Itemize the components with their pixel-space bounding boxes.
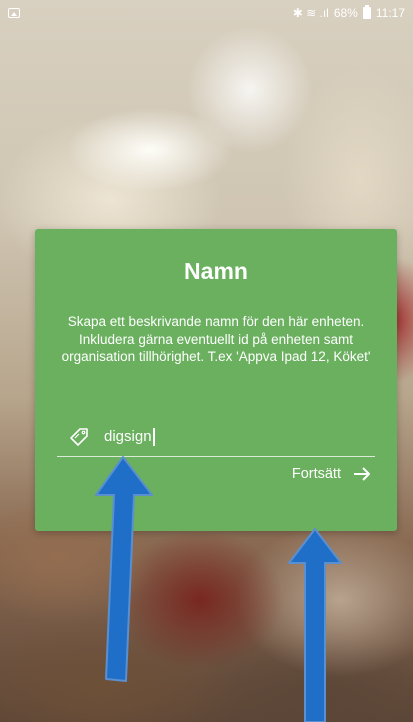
arrow-right-icon — [354, 467, 370, 481]
annotation-arrow-continue — [288, 528, 342, 722]
dialog-title: Namn — [184, 258, 248, 284]
status-time: 11:17 — [375, 6, 405, 20]
device-name-value: digsign — [104, 427, 152, 445]
dialog-description: Skapa ett beskrivande namn för den här e… — [61, 314, 371, 364]
status-bar: ✱ ≋ .ıl 68% 11:17 — [0, 0, 413, 26]
image-notification-icon — [8, 8, 20, 18]
continue-label: Fortsätt — [291, 466, 341, 482]
tag-icon — [70, 428, 88, 446]
annotation-arrow-input — [95, 456, 153, 682]
battery-percent: 68% — [333, 6, 358, 20]
device-name-input[interactable]: digsign — [57, 420, 375, 454]
battery-icon — [362, 5, 371, 19]
continue-button[interactable]: Fortsätt — [292, 462, 371, 486]
text-caret — [152, 428, 155, 447]
signal-icons: ✱ ≋ .ıl — [292, 6, 329, 20]
